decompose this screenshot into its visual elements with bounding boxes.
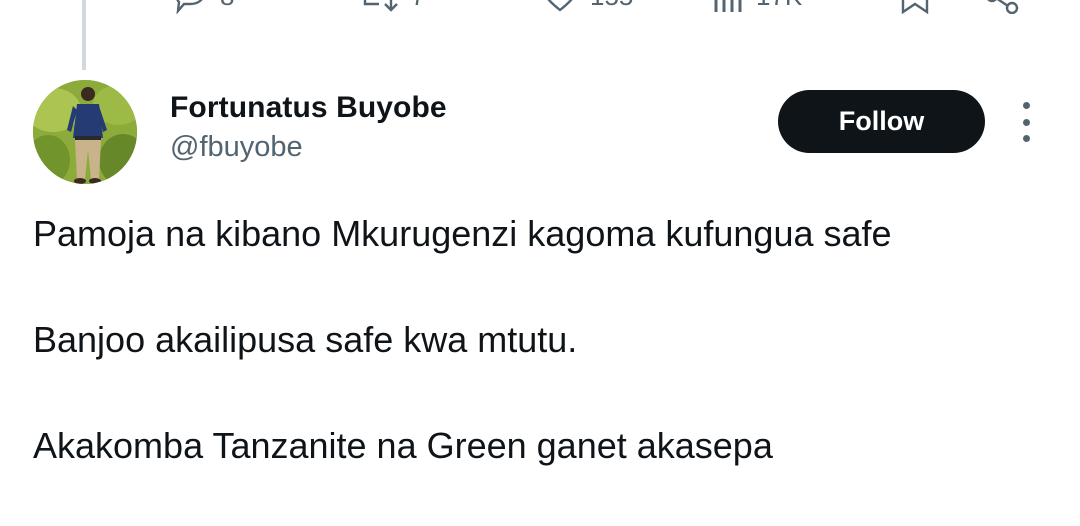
reply-count: 8 [220, 0, 234, 12]
reply-icon [176, 0, 203, 14]
more-dot [1022, 102, 1030, 109]
author-avatar[interactable] [33, 80, 137, 184]
tweet-line: Banjoo akailipusa safe kwa mtutu. [33, 319, 578, 360]
more-dot [1022, 118, 1030, 126]
tweet-line: Pamoja na kibano Mkurugenzi kagoma kufun… [33, 213, 892, 254]
author-display-name[interactable]: Fortunatus Buyobe [170, 88, 447, 128]
bookmark-icon [901, 0, 929, 14]
more-options-icon[interactable] [1014, 102, 1038, 142]
follow-button[interactable]: Follow [778, 90, 985, 153]
more-dot [1022, 135, 1030, 142]
views-icon [714, 0, 742, 12]
tweet-paragraph-gap [33, 260, 1053, 313]
views-button[interactable]: 17K [710, 0, 802, 14]
like-count: 155 [590, 0, 633, 12]
repost-button[interactable]: 7 [355, 0, 425, 14]
share-icon [987, 0, 1019, 14]
thread-connector-line [82, 0, 86, 70]
tweet-body: Pamoja na kibano Mkurugenzi kagoma kufun… [33, 207, 1053, 472]
view-count: 17K [756, 0, 802, 12]
repost-icon [363, 0, 398, 12]
repost-count: 7 [411, 0, 425, 12]
author-handle[interactable]: @fbuyobe [170, 128, 447, 166]
avatar-photo [33, 80, 137, 184]
tweet-line: Akakomba Tanzanite na Green ganet akasep… [33, 425, 773, 466]
bookmark-button[interactable] [897, 0, 933, 14]
tweet-paragraph-gap [33, 366, 1053, 419]
author-info: Fortunatus Buyobe @fbuyobe [170, 88, 447, 166]
like-button[interactable]: 155 [540, 0, 633, 14]
like-icon [547, 0, 573, 12]
share-button[interactable] [982, 0, 1022, 14]
reply-button[interactable]: 8 [170, 0, 234, 14]
previous-tweet-action-bar: 8 7 155 17K [170, 0, 1050, 14]
